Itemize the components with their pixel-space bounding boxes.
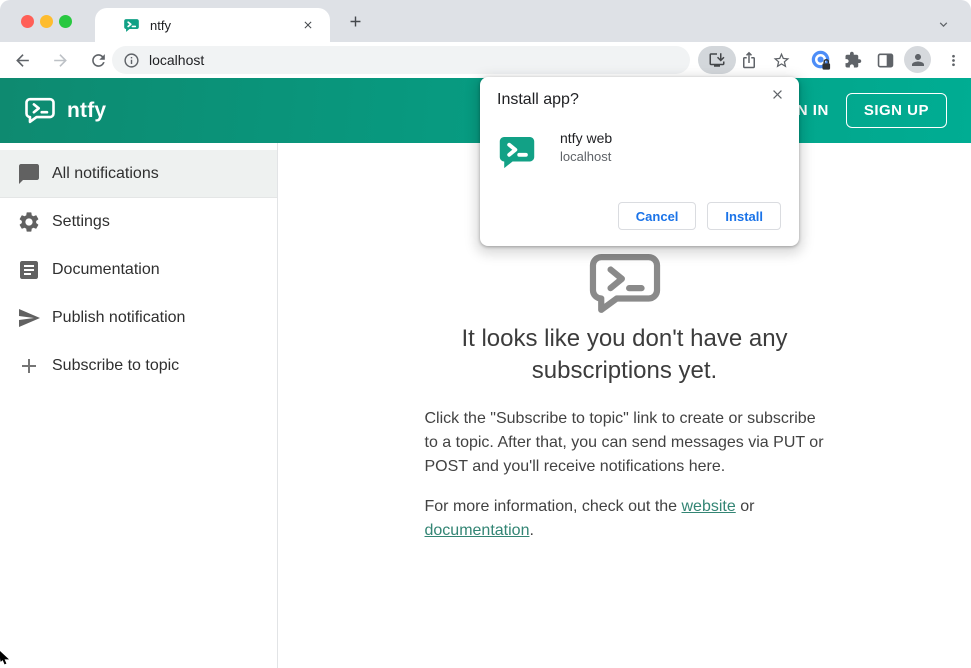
website-link[interactable]: website <box>682 498 736 515</box>
chat-bubble-icon <box>17 162 41 186</box>
install-app-icon[interactable] <box>698 46 736 74</box>
tab-title: ntfy <box>150 17 171 33</box>
tab-strip: ntfy <box>0 0 971 42</box>
dialog-buttons: Cancel Install <box>617 202 781 230</box>
sidebar-item-label: Subscribe to topic <box>52 357 180 374</box>
close-window-button[interactable] <box>21 15 34 28</box>
sidebar-item-subscribe-to-topic[interactable]: Subscribe to topic <box>0 342 277 390</box>
profile-avatar[interactable] <box>904 46 931 73</box>
extensions-puzzle-icon[interactable] <box>839 46 867 74</box>
empty-state-body: Click the "Subscribe to topic" link to c… <box>424 410 824 475</box>
brand-name: ntfy <box>67 98 107 122</box>
browser-window: ntfy localhost ntfy SIGN IN SIGN UP All … <box>0 0 971 668</box>
mouse-cursor <box>0 651 10 665</box>
sidebar: All notifications Settings Documentation… <box>0 143 278 668</box>
ntfy-app-icon <box>497 132 537 172</box>
empty-state-heading: It looks like you don't have any subscri… <box>461 325 788 384</box>
sidebar-item-publish-notification[interactable]: Publish notification <box>0 294 277 342</box>
tab-search-chevron-icon[interactable] <box>936 17 952 33</box>
browser-menu-icon[interactable] <box>939 46 967 74</box>
install-app-origin: localhost <box>560 149 612 164</box>
more-info-prefix: For more information, check out the <box>424 498 682 515</box>
more-info-middle: or <box>735 498 755 515</box>
page-info-icon[interactable] <box>123 52 140 69</box>
install-button[interactable]: Install <box>707 202 781 230</box>
sidebar-item-label: Documentation <box>52 261 160 278</box>
address-bar[interactable]: localhost <box>112 46 690 74</box>
sidebar-item-label: Publish notification <box>52 309 186 326</box>
send-icon <box>17 306 41 330</box>
password-extension-icon[interactable] <box>811 50 832 71</box>
install-app-dialog: Install app? ntfy web localhost Cancel I… <box>480 77 799 246</box>
zoom-window-button[interactable] <box>59 15 72 28</box>
ntfy-empty-state-logo-icon <box>585 253 665 315</box>
reload-button[interactable] <box>84 46 112 74</box>
sidebar-item-settings[interactable]: Settings <box>0 198 277 246</box>
dialog-close-icon[interactable] <box>766 83 790 107</box>
back-button[interactable] <box>8 46 36 74</box>
ntfy-logo-icon <box>24 97 56 124</box>
install-app-name: ntfy web <box>560 130 613 146</box>
minimize-window-button[interactable] <box>40 15 53 28</box>
install-dialog-title: Install app? <box>497 91 579 108</box>
sidebar-item-all-notifications[interactable]: All notifications <box>0 150 277 198</box>
sidebar-item-documentation[interactable]: Documentation <box>0 246 277 294</box>
ntfy-favicon-icon <box>123 17 140 34</box>
side-panel-icon[interactable] <box>871 46 899 74</box>
address-url[interactable]: localhost <box>149 52 204 68</box>
share-icon[interactable] <box>735 46 763 74</box>
sidebar-item-label: Settings <box>52 213 110 230</box>
more-info-suffix: . <box>529 522 534 539</box>
plus-icon <box>17 354 41 378</box>
forward-button[interactable] <box>46 46 74 74</box>
new-tab-button[interactable] <box>343 9 367 33</box>
cancel-button[interactable]: Cancel <box>617 202 697 230</box>
documentation-link[interactable]: documentation <box>425 522 530 539</box>
tab-close-icon[interactable] <box>300 17 316 33</box>
browser-tab[interactable]: ntfy <box>95 8 330 42</box>
sidebar-item-label: All notifications <box>52 164 159 182</box>
bookmark-star-icon[interactable] <box>767 46 795 74</box>
article-icon <box>17 258 41 282</box>
sign-up-button[interactable]: SIGN UP <box>845 93 947 128</box>
browser-toolbar: localhost <box>0 42 971 78</box>
empty-state-more-info: For more information, check out the webs… <box>425 495 825 543</box>
gear-icon <box>17 210 41 234</box>
